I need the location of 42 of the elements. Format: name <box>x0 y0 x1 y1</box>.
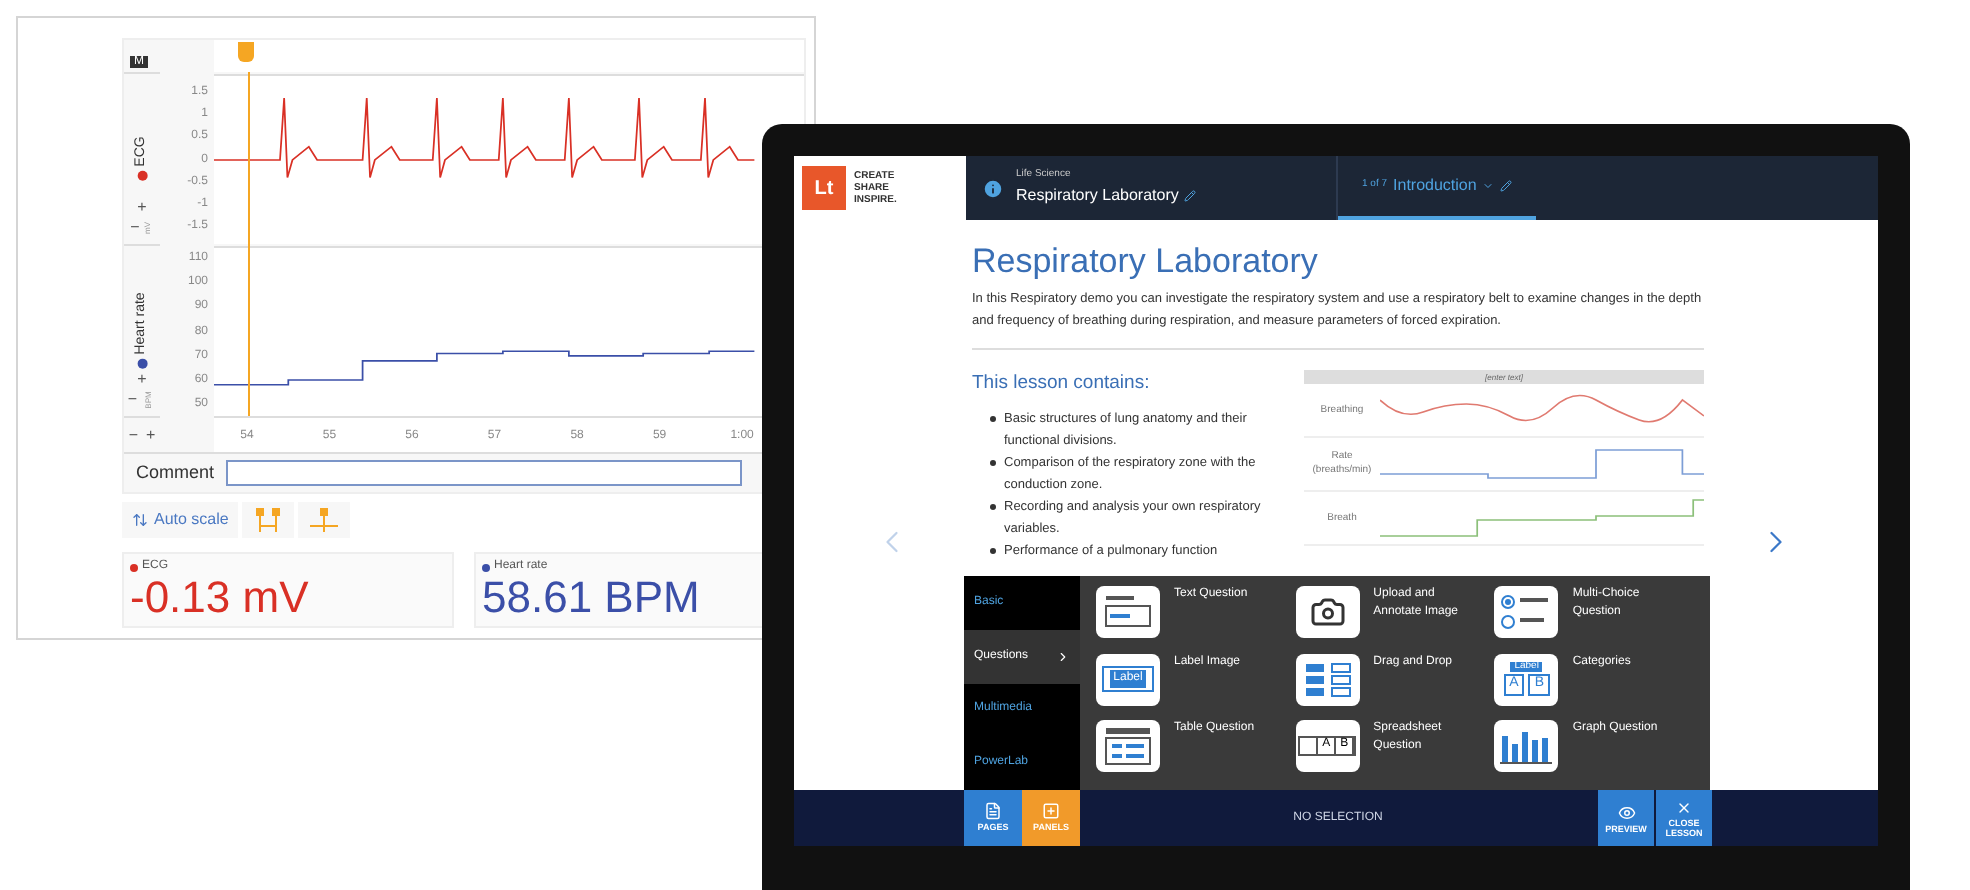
scale-icon <box>132 512 148 528</box>
drag-drop-icon <box>1295 653 1360 706</box>
bullet-icon <box>990 503 996 509</box>
lesson-title: Respiratory Laboratory <box>1016 183 1179 208</box>
add-panel-icon <box>1042 801 1060 820</box>
dual-cursor-button[interactable] <box>242 502 295 538</box>
cursor-handle[interactable] <box>238 42 254 62</box>
bullet-icon <box>990 547 996 553</box>
single-cursor-button[interactable] <box>298 502 351 538</box>
readout-value: 58.61 BPM <box>482 576 702 620</box>
readout-value: -0.13 mV <box>130 576 311 620</box>
bullet-icon <box>990 459 996 465</box>
increase-button[interactable]: + <box>137 372 147 388</box>
section-heading: This lesson contains: <box>972 370 1152 399</box>
comment-label: Comment <box>136 459 215 486</box>
chevron-right-icon <box>1056 649 1070 664</box>
single-cursor-icon <box>310 508 339 532</box>
page-name: Introduction <box>1393 174 1477 198</box>
table-icon <box>1096 720 1160 773</box>
increase-button[interactable]: + <box>137 200 147 216</box>
close-icon <box>1676 799 1692 815</box>
cursor-line[interactable] <box>247 72 249 416</box>
caret-icon <box>1482 180 1495 192</box>
decrease-button[interactable]: − <box>127 392 137 408</box>
auto-scale-button[interactable]: Auto scale <box>122 502 239 538</box>
zoom-in-button[interactable]: + <box>146 427 156 443</box>
eye-icon <box>1617 803 1635 821</box>
comment-field[interactable] <box>226 460 743 486</box>
bar-graph-icon <box>1494 720 1559 773</box>
bullet-icon <box>990 415 996 421</box>
zoom-out-button[interactable]: − <box>128 427 138 443</box>
edit-icon[interactable] <box>1500 180 1513 192</box>
decrease-button[interactable]: − <box>130 220 140 236</box>
info-icon[interactable] <box>982 177 1004 199</box>
camera-icon <box>1295 586 1360 638</box>
page-heading: Respiratory Laboratory <box>972 240 1320 283</box>
logo-mark: Lt <box>802 166 846 210</box>
edit-icon[interactable] <box>1184 189 1197 202</box>
page-icon <box>984 801 1002 820</box>
dual-cursor-icon <box>254 508 283 532</box>
radio-list-icon <box>1494 586 1559 638</box>
text-field-icon <box>1096 586 1160 638</box>
